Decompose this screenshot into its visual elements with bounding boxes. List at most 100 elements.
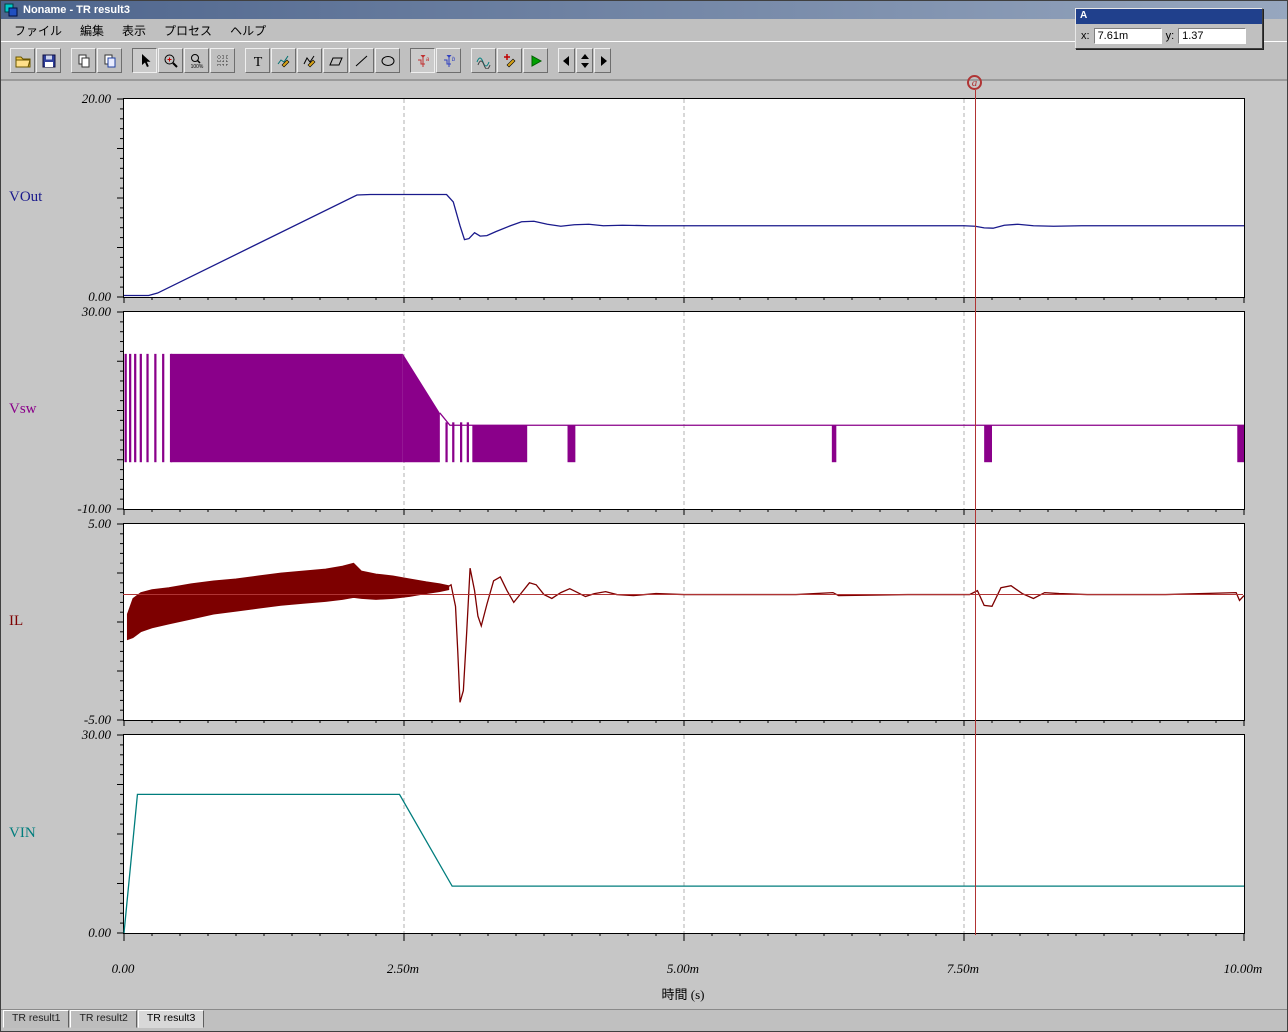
cursor-a-icon: a <box>417 54 429 67</box>
cursor-vertical-line[interactable] <box>975 90 976 935</box>
y-min-label-vsw: -10.00 <box>77 501 111 516</box>
zoom-in-icon <box>164 54 178 68</box>
gridlines <box>403 735 965 933</box>
cursor-panel-title: A <box>1076 9 1262 24</box>
plot-vout[interactable] <box>117 98 1245 303</box>
result-tabs: TR result1 TR result2 TR result3 <box>3 1010 205 1028</box>
right-arrow-icon <box>600 55 607 66</box>
app-icon[interactable] <box>4 3 18 17</box>
cursor-x-value-field[interactable]: 7.61m <box>1093 28 1162 44</box>
plot-il-canvas <box>117 523 1245 726</box>
waves-icon <box>476 57 490 69</box>
pointer-icon <box>141 53 150 67</box>
zoom-in-button[interactable] <box>158 48 183 73</box>
plot-il[interactable] <box>117 523 1245 726</box>
signal-label-vin: VIN <box>9 825 36 841</box>
tab-tr-result1[interactable]: TR result1 <box>3 1010 70 1028</box>
cursor-horizontal-line[interactable] <box>123 594 1243 595</box>
paste-button[interactable] <box>97 48 122 73</box>
menu-edit[interactable]: 編集 <box>71 19 113 42</box>
gridlines <box>403 312 965 509</box>
plot-vin[interactable] <box>117 734 1245 941</box>
ellipse-icon <box>381 55 394 66</box>
signal-label-vsw: Vsw <box>9 401 37 417</box>
paste-icon <box>104 54 115 67</box>
gridlines <box>403 99 965 297</box>
axis-ticks <box>117 734 1245 941</box>
pointer-tool-button[interactable] <box>132 48 157 73</box>
plot-area: 20.00 0.00 30.00 -10.00 5.00 -5.00 30.00… <box>1 75 1287 1010</box>
plot-vout-canvas <box>117 98 1245 303</box>
x-tick-75: 7.50m <box>946 961 980 976</box>
folder-icon <box>15 56 31 67</box>
tab-tr-result2[interactable]: TR result2 <box>70 1010 137 1028</box>
cursor-b-icon: b <box>443 54 455 67</box>
menu-file[interactable]: ファイル <box>5 19 71 42</box>
text-tool-label: T <box>253 55 262 69</box>
cursor-y-label: y: <box>1165 30 1175 42</box>
y-min-label-il: -5.00 <box>83 712 111 727</box>
x-tick-50: 5.00m <box>666 961 700 976</box>
cursor-a-button[interactable]: a <box>410 48 435 73</box>
zoom-100-icon: 100% <box>190 53 203 69</box>
line-icon <box>355 55 367 66</box>
plot-vsw-canvas <box>117 311 1245 515</box>
trapezoid-icon <box>328 57 343 65</box>
plot-vsw[interactable] <box>117 311 1245 515</box>
x-tick-100: 10.00m <box>1223 961 1263 976</box>
signal-label-vout: VOut <box>9 189 43 205</box>
menu-view[interactable]: 表示 <box>113 19 155 42</box>
menu-help[interactable]: ヘルプ <box>221 19 275 42</box>
step-spinner[interactable] <box>576 48 593 73</box>
up-down-arrows-icon <box>580 53 589 68</box>
menu-process[interactable]: プロセス <box>155 19 221 42</box>
annotate-wave2-button[interactable] <box>297 48 322 73</box>
save-button[interactable] <box>36 48 61 73</box>
prev-button[interactable] <box>558 48 575 73</box>
cursor-a-letter: a <box>425 57 429 63</box>
x-tick-0: 0.00 <box>111 961 135 976</box>
pen-add-button[interactable] <box>497 48 522 73</box>
next-button[interactable] <box>594 48 611 73</box>
cursor-b-button[interactable]: b <box>436 48 461 73</box>
cursor-marker-a[interactable]: a <box>967 75 982 90</box>
cursor-b-letter: b <box>451 57 455 63</box>
text-icon: T <box>253 55 262 69</box>
line-tool-button[interactable] <box>349 48 374 73</box>
polygon-tool-button[interactable] <box>323 48 348 73</box>
axis-ticks <box>117 98 1245 303</box>
series-IL <box>126 562 1245 703</box>
pen-plus-icon <box>503 53 515 67</box>
zoom-100-button[interactable]: 100% <box>184 48 209 73</box>
copy-button[interactable] <box>71 48 96 73</box>
x-axis-title: 時間 (s) <box>661 987 705 1002</box>
open-button[interactable] <box>10 48 35 73</box>
annotate-wave-button[interactable] <box>271 48 296 73</box>
grid-toggle-button[interactable] <box>210 48 235 73</box>
pen-wave2-icon <box>303 55 315 67</box>
y-max-label-vsw: 30.00 <box>81 304 111 319</box>
cursor-x-label: x: <box>1081 30 1090 42</box>
y-max-label-vin: 30.00 <box>81 727 111 742</box>
ellipse-tool-button[interactable] <box>375 48 400 73</box>
y-min-label-vin: 0.00 <box>88 925 111 940</box>
text-tool-button[interactable]: T <box>245 48 270 73</box>
zoom-pct-label: 100% <box>190 64 203 69</box>
play-icon <box>531 54 542 67</box>
grid-icon <box>216 54 229 67</box>
cursor-readout-panel[interactable]: A x: 7.61m y: 1.37 <box>1075 8 1263 49</box>
copy-icon <box>78 54 89 67</box>
overlay-waves-button[interactable] <box>471 48 496 73</box>
cursor-y-value-field[interactable]: 1.37 <box>1178 28 1247 44</box>
signal-label-il: IL <box>9 613 24 629</box>
pen-wave-icon <box>277 55 289 67</box>
series-VOut <box>124 193 1244 297</box>
gridlines <box>403 524 965 720</box>
x-tick-25: 2.50m <box>386 961 420 976</box>
tab-tr-result3[interactable]: TR result3 <box>137 1010 205 1028</box>
left-arrow-icon <box>562 55 569 66</box>
plot-vin-canvas <box>117 734 1245 941</box>
cursor-panel-body: x: 7.61m y: 1.37 <box>1076 24 1262 48</box>
axis-ticks <box>117 523 1245 726</box>
run-button[interactable] <box>523 48 548 73</box>
